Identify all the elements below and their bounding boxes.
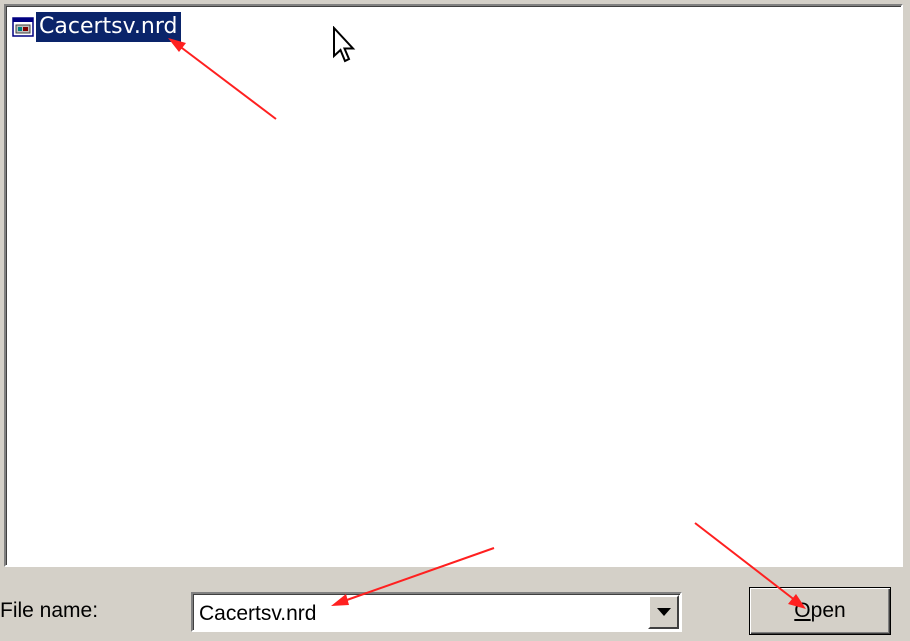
open-button[interactable]: Open xyxy=(749,587,891,635)
file-list-item[interactable]: Cacertsv.nrd xyxy=(10,11,182,43)
file-item-label: Cacertsv.nrd xyxy=(36,12,182,42)
open-button-mnemonic: O xyxy=(794,599,811,622)
open-button-label: pen xyxy=(810,599,846,622)
file-list-pane[interactable]: Cacertsv.nrd xyxy=(4,4,903,567)
file-name-label: File name: xyxy=(0,599,99,622)
dropdown-arrow-icon xyxy=(656,607,671,616)
mouse-cursor-icon xyxy=(333,26,356,63)
combo-dropdown-button[interactable] xyxy=(648,595,679,629)
nrd-file-icon xyxy=(10,14,36,40)
file-name-combobox[interactable]: Cacertsv.nrd xyxy=(191,592,682,632)
file-name-input[interactable]: Cacertsv.nrd xyxy=(199,602,316,626)
